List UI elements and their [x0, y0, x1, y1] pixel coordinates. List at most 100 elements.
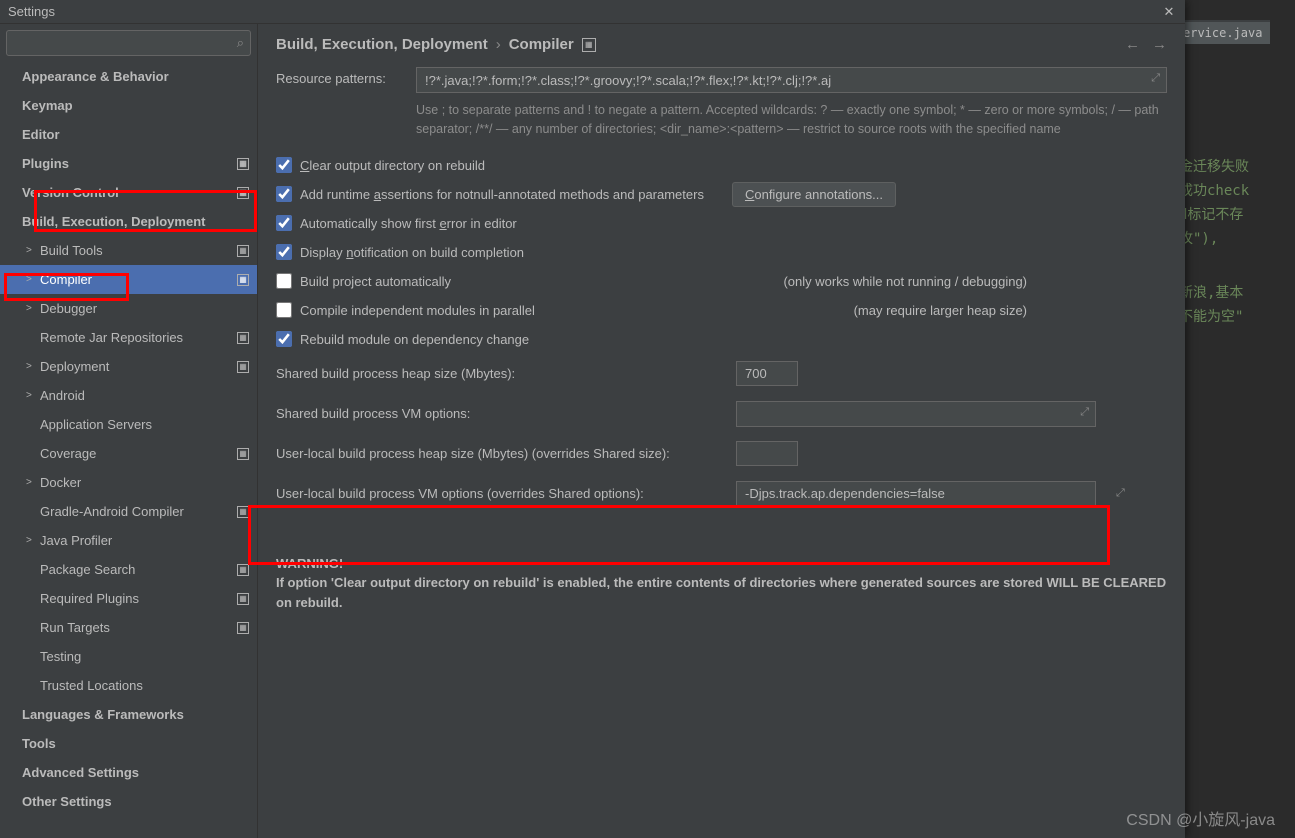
sidebar-item-run-targets[interactable]: Run Targets▦	[0, 613, 257, 642]
search-input[interactable]	[13, 36, 237, 51]
code-line: 不能为空"	[1175, 304, 1295, 328]
chevron-right-icon: ›	[496, 36, 501, 53]
project-settings-icon: ▦	[237, 274, 249, 286]
sidebar-item-label: Testing	[40, 649, 81, 664]
clear-output-checkbox[interactable]	[276, 157, 292, 173]
sidebar-item-label: Build, Execution, Deployment	[22, 214, 205, 229]
sidebar-item-plugins[interactable]: Plugins ▦	[0, 149, 257, 178]
sidebar-item-other-settings[interactable]: Other Settings	[0, 787, 257, 816]
sidebar-item-tools[interactable]: Tools	[0, 729, 257, 758]
nav-forward-icon[interactable]: →	[1152, 36, 1167, 53]
shared-heap-input[interactable]	[736, 361, 798, 386]
expand-icon[interactable]: ⤢	[1151, 72, 1160, 85]
sidebar-item-application-servers[interactable]: Application Servers	[0, 410, 257, 439]
compile-parallel-checkbox[interactable]	[276, 302, 292, 318]
sidebar: ⌕ Appearance & Behavior Keymap Editor Plugi…	[0, 24, 258, 838]
sidebar-item-editor[interactable]: Editor	[0, 120, 257, 149]
sidebar-item-version-control[interactable]: Version Control ▦	[0, 178, 257, 207]
sidebar-item-coverage[interactable]: Coverage▦	[0, 439, 257, 468]
nav-back-icon[interactable]: ←	[1125, 36, 1140, 53]
sidebar-item-remote-jar-repositories[interactable]: Remote Jar Repositories▦	[0, 323, 257, 352]
shared-vm-input[interactable]: ⤢	[736, 401, 1096, 427]
sidebar-item-appearance-behavior[interactable]: Appearance & Behavior	[0, 62, 257, 91]
sidebar-item-testing[interactable]: Testing	[0, 642, 257, 671]
project-settings-icon: ▦	[582, 38, 596, 52]
resource-patterns-input[interactable]: !?*.java;!?*.form;!?*.class;!?*.groovy;!…	[416, 67, 1167, 93]
close-icon[interactable]: ✕	[1161, 4, 1177, 20]
editor-tab[interactable]: ervice.java	[1175, 20, 1270, 44]
breadcrumb-current: Compiler	[509, 36, 574, 53]
sidebar-item-label: Trusted Locations	[40, 678, 143, 693]
breadcrumb-parent[interactable]: Build, Execution, Deployment	[276, 36, 488, 53]
rebuild-dep-label: Rebuild module on dependency change	[300, 332, 529, 347]
runtime-assertions-label: Add runtime assertions for notnull-annot…	[300, 187, 704, 202]
sidebar-item-android[interactable]: >Android	[0, 381, 257, 410]
compile-parallel-label: Compile independent modules in parallel	[300, 303, 535, 318]
sidebar-item-label: Gradle-Android Compiler	[40, 504, 184, 519]
shared-vm-label: Shared build process VM options:	[276, 406, 736, 421]
sidebar-item-java-profiler[interactable]: >Java Profiler	[0, 526, 257, 555]
sidebar-item-trusted-locations[interactable]: Trusted Locations	[0, 671, 257, 700]
display-notification-checkbox[interactable]	[276, 244, 292, 260]
sidebar-item-label: Keymap	[22, 98, 73, 113]
search-icon: ⌕	[237, 35, 244, 51]
sidebar-item-label: Other Settings	[22, 794, 112, 809]
sidebar-item-label: Android	[40, 388, 85, 403]
rebuild-dep-checkbox[interactable]	[276, 331, 292, 347]
sidebar-item-debugger[interactable]: >Debugger	[0, 294, 257, 323]
project-settings-icon: ▦	[237, 361, 249, 373]
compile-parallel-aside: (may require larger heap size)	[854, 303, 1167, 318]
sidebar-item-label: Run Targets	[40, 620, 110, 635]
project-settings-icon: ▦	[237, 564, 249, 576]
sidebar-item-advanced-settings[interactable]: Advanced Settings	[0, 758, 257, 787]
watermark: CSDN @小旋风-java	[1126, 806, 1275, 830]
local-vm-input[interactable]: -Djps.track.ap.dependencies=false	[736, 481, 1096, 507]
sidebar-item-build-tools[interactable]: >Build Tools▦	[0, 236, 257, 265]
sidebar-item-compiler[interactable]: >Compiler▦	[0, 265, 257, 294]
expand-icon[interactable]: ⤢	[1116, 487, 1125, 500]
sidebar-item-package-search[interactable]: Package Search▦	[0, 555, 257, 584]
sidebar-item-label: Advanced Settings	[22, 765, 139, 780]
sidebar-item-label: Plugins	[22, 156, 69, 171]
sidebar-item-deployment[interactable]: >Deployment▦	[0, 352, 257, 381]
project-settings-icon: ▦	[237, 187, 249, 199]
content-panel: Build, Execution, Deployment › Compiler …	[258, 24, 1185, 838]
code-line: 成功check	[1175, 178, 1295, 202]
build-auto-aside: (only works while not running / debuggin…	[783, 274, 1167, 289]
sidebar-item-languages-frameworks[interactable]: Languages & Frameworks	[0, 700, 257, 729]
sidebar-item-label: Required Plugins	[40, 591, 139, 606]
sidebar-item-required-plugins[interactable]: Required Plugins ▦	[0, 584, 257, 613]
expand-icon[interactable]: ⤢	[1080, 406, 1089, 419]
warning-body: If option 'Clear output directory on reb…	[276, 573, 1167, 612]
build-auto-checkbox[interactable]	[276, 273, 292, 289]
titlebar: Settings ✕	[0, 0, 1185, 24]
search-box[interactable]: ⌕	[6, 30, 251, 56]
sidebar-item-label: Tools	[22, 736, 56, 751]
settings-tree[interactable]: Appearance & Behavior Keymap Editor Plugins…	[0, 62, 257, 838]
runtime-assertions-checkbox[interactable]	[276, 186, 292, 202]
resource-patterns-hint: Use ; to separate patterns and ! to nega…	[416, 101, 1167, 139]
sidebar-item-label: Version Control	[22, 185, 119, 200]
local-vm-value: -Djps.track.ap.dependencies=false	[745, 486, 945, 501]
sidebar-item-label: Compiler	[40, 272, 92, 287]
code-line: 金迁移失败	[1175, 154, 1295, 178]
configure-annotations-button[interactable]: Configure annotations...	[732, 182, 896, 207]
sidebar-item-label: Application Servers	[40, 417, 152, 432]
project-settings-icon: ▦	[237, 158, 249, 170]
project-settings-icon: ▦	[237, 332, 249, 344]
sidebar-item-gradle-android-compiler[interactable]: Gradle-Android Compiler▦	[0, 497, 257, 526]
breadcrumb: Build, Execution, Deployment › Compiler …	[276, 36, 1167, 53]
settings-dialog: Settings ✕ ⌕ Appearance & Behavior Keymap…	[0, 0, 1185, 838]
warning-block: WARNING! If option 'Clear output directo…	[276, 554, 1167, 613]
project-settings-icon: ▦	[237, 593, 249, 605]
sidebar-item-docker[interactable]: >Docker	[0, 468, 257, 497]
sidebar-item-keymap[interactable]: Keymap	[0, 91, 257, 120]
title: Settings	[8, 4, 55, 19]
sidebar-item-build-execution-deployment[interactable]: Build, Execution, Deployment	[0, 207, 257, 236]
resource-patterns-value: !?*.java;!?*.form;!?*.class;!?*.groovy;!…	[425, 73, 831, 88]
project-settings-icon: ▦	[237, 245, 249, 257]
local-heap-input[interactable]	[736, 441, 798, 466]
sidebar-item-label: Editor	[22, 127, 60, 142]
auto-show-error-checkbox[interactable]	[276, 215, 292, 231]
code-line: 新浪,基本	[1175, 280, 1295, 304]
